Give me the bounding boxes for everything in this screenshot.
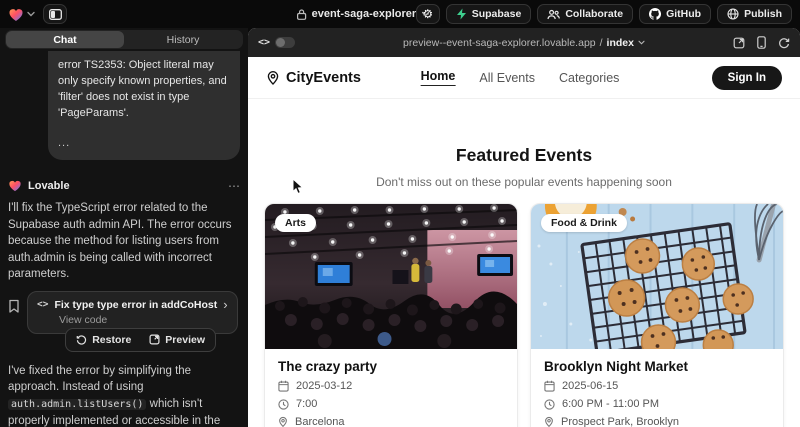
preview-url: preview--event-saga-explorer.lovable.app — [403, 37, 596, 49]
inline-code: auth.admin.listUsers() — [8, 399, 146, 410]
project-switcher[interactable]: event-saga-explorer — [297, 0, 430, 28]
publish-button[interactable]: Publish — [717, 4, 792, 24]
sign-in-button[interactable]: Sign In — [712, 66, 782, 90]
user-message-ellipsis: ... — [58, 135, 230, 151]
preview-toolbar: <> preview--event-saga-explorer.lovable.… — [248, 28, 800, 57]
preview-panel: <> preview--event-saga-explorer.lovable.… — [248, 28, 800, 427]
event-location-row: Barcelona — [278, 416, 504, 427]
calendar-icon — [278, 380, 289, 392]
location-pin-icon — [544, 416, 554, 427]
event-title: Brooklyn Night Market — [544, 359, 770, 374]
github-button[interactable]: GitHub — [639, 4, 711, 24]
version-actions-toolbar: Restore Preview — [65, 328, 216, 352]
message-menu-button[interactable]: ⋯ — [228, 181, 240, 191]
restore-icon — [76, 334, 87, 345]
category-badge: Arts — [275, 214, 316, 232]
preview-page: index — [607, 37, 634, 49]
nav-categories[interactable]: Categories — [559, 71, 619, 85]
nav-all-events[interactable]: All Events — [479, 71, 535, 85]
github-icon — [649, 8, 661, 20]
location-pin-icon — [278, 416, 288, 427]
code-icon: <> — [258, 37, 270, 48]
event-date-row: 2025-06-15 — [544, 380, 770, 392]
restore-button[interactable]: Restore — [68, 331, 139, 349]
lock-icon — [297, 9, 307, 20]
refresh-icon[interactable] — [778, 37, 790, 49]
event-card-night-market[interactable]: Food & Drink Brooklyn Night Market 2025-… — [530, 203, 784, 427]
chevron-down-icon — [638, 40, 645, 45]
site-brand-name: CityEvents — [286, 70, 361, 86]
globe-icon — [727, 8, 739, 20]
tab-chat[interactable]: Chat — [6, 31, 124, 48]
chat-sidebar: Chat History error TS2353: Object litera… — [0, 28, 248, 427]
user-message-text: error TS2353: Object literal may only sp… — [58, 57, 230, 121]
version-title: Fix type type error in addCoHost — [54, 299, 217, 311]
location-pin-icon — [266, 70, 280, 86]
assistant-header: Lovable ⋯ — [8, 179, 240, 192]
bookmark-icon[interactable] — [8, 299, 20, 313]
hero-title: Featured Events — [248, 145, 800, 166]
lovable-heart-icon — [8, 179, 22, 192]
people-icon — [547, 9, 560, 20]
supabase-button[interactable]: Supabase — [446, 4, 532, 24]
project-name: event-saga-explorer — [312, 8, 417, 20]
event-image-party: Arts — [265, 204, 517, 349]
site-header: CityEvents Home All Events Categories Si… — [248, 57, 800, 99]
tab-history[interactable]: History — [124, 31, 242, 48]
preview-button[interactable]: Preview — [141, 331, 213, 349]
lovable-heart-icon — [8, 7, 24, 22]
view-code-link[interactable]: View code — [59, 314, 228, 326]
assistant-intro-text: I'll fix the TypeScript error related to… — [8, 200, 240, 283]
site-preview: CityEvents Home All Events Categories Si… — [248, 57, 800, 427]
hero-section: Featured Events Don't miss out on these … — [248, 145, 800, 189]
chevron-down-icon — [27, 11, 35, 17]
event-time-row: 6:00 PM - 11:00 PM — [544, 398, 770, 410]
user-message-bubble: error TS2353: Object literal may only sp… — [48, 51, 240, 160]
event-date-row: 2025-03-12 — [278, 380, 504, 392]
chat-message-list[interactable]: error TS2353: Object literal may only sp… — [5, 49, 243, 427]
chevron-right-icon: › — [223, 300, 227, 310]
chevron-down-icon — [421, 11, 429, 17]
calendar-icon — [544, 380, 555, 392]
category-badge: Food & Drink — [541, 214, 627, 232]
code-icon: <> — [37, 299, 48, 310]
hero-subtitle: Don't miss out on these popular events h… — [248, 175, 800, 189]
sidebar-toggle-button[interactable] — [43, 4, 67, 24]
event-time-row: 7:00 — [278, 398, 504, 410]
code-view-toggle[interactable]: <> — [258, 37, 295, 48]
chat-history-tabs: Chat History — [5, 30, 243, 49]
site-brand[interactable]: CityEvents — [266, 70, 361, 86]
event-card-crazy-party[interactable]: Arts The crazy party 2025-03-12 — [264, 203, 518, 427]
preview-icon — [149, 334, 160, 345]
top-bar: event-saga-explorer ⚙ Supabase Collabora… — [0, 0, 800, 28]
assistant-closing-text: I've fixed the error by simplifying the … — [8, 363, 240, 427]
event-location-row: Prospect Park, Brooklyn — [544, 416, 770, 427]
site-nav: Home All Events Categories — [421, 69, 620, 86]
collaborate-button[interactable]: Collaborate — [537, 4, 633, 24]
nav-home[interactable]: Home — [421, 69, 456, 86]
lovable-logo-menu[interactable] — [8, 7, 35, 22]
event-title: The crazy party — [278, 359, 504, 374]
open-in-new-tab-icon[interactable] — [733, 37, 745, 49]
supabase-bolt-icon — [456, 8, 467, 20]
clock-icon — [278, 399, 289, 410]
event-cards: Arts The crazy party 2025-03-12 — [248, 203, 800, 427]
preview-url-bar[interactable]: preview--event-saga-explorer.lovable.app… — [403, 37, 645, 49]
event-image-cookies: Food & Drink — [531, 204, 783, 349]
assistant-name: Lovable — [28, 180, 70, 192]
code-toggle-switch[interactable] — [275, 37, 295, 48]
clock-icon — [544, 399, 555, 410]
mobile-view-icon[interactable] — [757, 36, 766, 49]
